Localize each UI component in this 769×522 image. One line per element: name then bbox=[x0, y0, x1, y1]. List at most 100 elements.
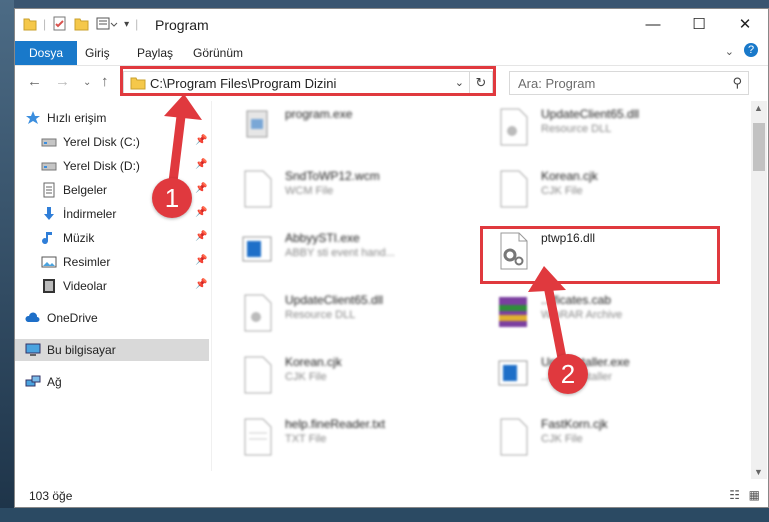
refresh-icon[interactable]: ↻ bbox=[469, 72, 492, 94]
download-icon bbox=[44, 207, 54, 220]
videos-icon bbox=[43, 279, 55, 293]
file-item[interactable]: FastKorn.cjk CJK File bbox=[481, 411, 721, 467]
vertical-scrollbar[interactable]: ▲ ▼ bbox=[751, 101, 767, 479]
sidebar-item-pictures[interactable]: Resimler 📌 bbox=[15, 251, 209, 273]
file-name: FastKorn.cjk bbox=[541, 417, 608, 431]
pin-icon[interactable]: 📌 bbox=[195, 135, 207, 146]
drive-icon bbox=[41, 162, 57, 171]
file-name: UpdateClient65.dll bbox=[285, 293, 384, 307]
scrollbar-thumb[interactable] bbox=[753, 123, 765, 171]
sidebar-item-onedrive[interactable]: OneDrive bbox=[15, 307, 209, 329]
file-name: ptwp16.dll bbox=[541, 231, 596, 245]
documents-icon bbox=[43, 182, 55, 198]
dll-file-icon bbox=[500, 232, 528, 270]
sidebar-item-downloads[interactable]: İndirmeler 📌 bbox=[15, 203, 209, 225]
pin-icon[interactable]: 📌 bbox=[195, 159, 207, 170]
sidebar-item-label: OneDrive bbox=[47, 311, 98, 325]
file-item[interactable]: ...ificates.cab WinRAR Archive bbox=[481, 287, 721, 343]
pictures-icon bbox=[41, 256, 57, 268]
file-item[interactable]: AbbyySTI.exe ABBY sti event hand... bbox=[225, 225, 465, 281]
file-item[interactable]: UpdateClient65.dll Resource DLL bbox=[481, 101, 721, 157]
scroll-up-icon[interactable]: ▲ bbox=[754, 103, 763, 113]
pin-icon[interactable]: 📌 bbox=[195, 207, 207, 218]
tab-home[interactable]: Giriş bbox=[71, 41, 124, 65]
sidebar-item-local-disk-c[interactable]: Yerel Disk (C:) 📌 bbox=[15, 131, 209, 153]
customize-toolbar-icon[interactable]: ▾ bbox=[124, 19, 129, 30]
music-icon bbox=[42, 232, 52, 245]
recent-locations-icon[interactable]: ⌄ bbox=[83, 77, 91, 88]
blank-file-icon bbox=[500, 170, 528, 208]
help-icon[interactable]: ? bbox=[744, 43, 758, 57]
file-item[interactable]: UpdateClient65.dll Resource DLL bbox=[225, 287, 465, 343]
maximize-button[interactable]: ☐ bbox=[676, 9, 722, 39]
folder-icon bbox=[130, 77, 146, 90]
dll-file-icon bbox=[244, 294, 272, 332]
close-button[interactable]: ✕ bbox=[722, 9, 768, 39]
file-type: CJK File bbox=[541, 433, 583, 445]
expand-ribbon-icon[interactable]: ⌄ bbox=[725, 45, 734, 58]
file-item-ptwp16-dll[interactable]: ptwp16.dll bbox=[481, 225, 721, 281]
file-item[interactable]: help.fineReader.txt TXT File bbox=[225, 411, 465, 467]
pin-icon[interactable]: 📌 bbox=[195, 231, 207, 242]
file-type: TXT File bbox=[285, 433, 327, 445]
pin-icon[interactable]: 📌 bbox=[195, 255, 207, 266]
view-options-icon[interactable] bbox=[96, 16, 118, 32]
properties-icon[interactable] bbox=[52, 16, 68, 32]
address-bar[interactable]: C:\Program Files\Program Dizini ⌄ ↻ bbox=[123, 71, 493, 95]
sidebar-item-this-pc[interactable]: Bu bilgisayar bbox=[15, 339, 209, 361]
back-arrow-icon[interactable]: ← bbox=[27, 73, 42, 90]
network-icon bbox=[25, 375, 41, 387]
minimize-button[interactable]: — bbox=[630, 9, 676, 39]
pin-icon[interactable]: 📌 bbox=[195, 279, 207, 290]
file-type: CJK File bbox=[541, 185, 583, 197]
scroll-down-icon[interactable]: ▼ bbox=[754, 467, 763, 477]
file-item[interactable]: Korean.cjk CJK File bbox=[481, 163, 721, 219]
new-folder-icon[interactable] bbox=[74, 16, 90, 32]
blank-file-icon bbox=[244, 356, 272, 394]
star-icon bbox=[26, 111, 40, 124]
file-name: help.fineReader.txt bbox=[285, 417, 386, 431]
search-input[interactable]: Ara: Program bbox=[518, 76, 595, 91]
sidebar-item-label: İndirmeler bbox=[63, 207, 117, 221]
sidebar-item-documents[interactable]: Belgeler 📌 bbox=[15, 179, 209, 201]
file-item[interactable]: Korean.cjk CJK File bbox=[225, 349, 465, 405]
window-title: Program bbox=[155, 17, 209, 33]
forward-arrow-icon[interactable]: → bbox=[55, 73, 70, 90]
details-view-icon[interactable]: ☷ bbox=[729, 488, 740, 502]
sidebar-item-network[interactable]: Ağ bbox=[15, 371, 209, 393]
file-type: Resource DLL bbox=[285, 309, 356, 321]
separator: | bbox=[43, 17, 47, 31]
sidebar-item-music[interactable]: Müzik 📌 bbox=[15, 227, 209, 249]
sidebar-item-label: Resimler bbox=[63, 255, 111, 269]
item-count: 103 öğe bbox=[29, 489, 73, 503]
search-box[interactable]: Ara: Program ⚲ bbox=[509, 71, 749, 95]
drive-icon bbox=[41, 138, 57, 147]
pin-icon[interactable]: 📌 bbox=[195, 183, 207, 194]
file-type: Resource DLL bbox=[541, 123, 612, 135]
sidebar-item-label: Hızlı erişim bbox=[47, 111, 107, 125]
file-item[interactable]: program.exe bbox=[225, 101, 465, 157]
sidebar-item-local-disk-d[interactable]: Yerel Disk (D:) 📌 bbox=[15, 155, 209, 177]
up-arrow-icon[interactable]: ↑ bbox=[101, 73, 109, 90]
desktop-background bbox=[0, 0, 14, 522]
file-type: ...ates installer bbox=[541, 371, 612, 383]
tab-view[interactable]: Görünüm bbox=[179, 41, 257, 65]
tab-file[interactable]: Dosya bbox=[15, 41, 78, 65]
tab-share[interactable]: Paylaş bbox=[123, 41, 187, 65]
title-bar: | ▾ | Program — ☐ ✕ bbox=[15, 9, 768, 41]
status-bar: 103 öğe ☷ ▦ bbox=[15, 485, 768, 507]
file-name: SndToWP12.wcm bbox=[285, 169, 380, 183]
sidebar-item-videos[interactable]: Videolar 📌 bbox=[15, 275, 209, 297]
file-item[interactable]: Up...installer.exe ...ates installer bbox=[481, 349, 721, 405]
sidebar-item-label: Yerel Disk (D:) bbox=[63, 159, 140, 173]
large-icons-view-icon[interactable]: ▦ bbox=[749, 488, 760, 502]
blank-file-icon bbox=[500, 418, 528, 456]
desktop-background-bottom bbox=[0, 508, 769, 522]
file-item[interactable]: SndToWP12.wcm WCM File bbox=[225, 163, 465, 219]
dll-file-icon bbox=[500, 108, 528, 146]
pane-divider bbox=[211, 101, 212, 471]
sidebar-item-quick-access[interactable]: Hızlı erişim bbox=[15, 107, 209, 129]
sidebar-item-label: Videolar bbox=[63, 279, 107, 293]
installer-file-icon bbox=[498, 360, 528, 386]
address-dropdown-icon[interactable]: ⌄ bbox=[455, 76, 464, 89]
